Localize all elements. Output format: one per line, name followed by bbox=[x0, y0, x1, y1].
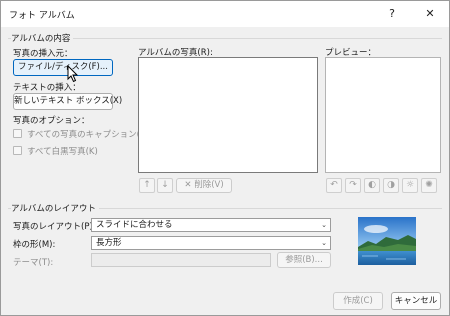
contrast-up-button[interactable]: ◐ bbox=[364, 178, 380, 193]
create-button-label: 作成(C) bbox=[343, 296, 373, 306]
browse-button-label: 参照(B)... bbox=[285, 255, 323, 265]
cancel-button-label: キャンセル bbox=[394, 296, 438, 306]
x-icon: ✕ bbox=[184, 180, 195, 190]
title-bar: フォト アルバム ? ✕ bbox=[1, 1, 449, 27]
move-up-button[interactable]: ↑ bbox=[139, 178, 155, 193]
insert-from-label: 写真の挿入元： bbox=[13, 49, 73, 59]
dialog-title: フォト アルバム bbox=[9, 11, 75, 21]
brightness-up-icon: ☼ bbox=[405, 180, 415, 190]
contrast-down-icon: ◑ bbox=[387, 180, 395, 190]
delete-button[interactable]: ✕ 削除(V) bbox=[176, 178, 232, 193]
file-disk-button[interactable]: ファイル/ディスク(F)... bbox=[13, 59, 113, 76]
file-disk-button-label: ファイル/ディスク(F)... bbox=[18, 62, 108, 72]
contrast-up-icon: ◐ bbox=[368, 180, 376, 190]
rotate-left-button[interactable]: ↶ bbox=[326, 178, 342, 193]
preview-box bbox=[325, 57, 441, 173]
brightness-down-button[interactable]: ✺ bbox=[421, 178, 437, 193]
help-button[interactable]: ? bbox=[373, 1, 411, 27]
album-photos-list[interactable] bbox=[138, 57, 318, 173]
theme-field[interactable] bbox=[91, 253, 271, 267]
new-textbox-button[interactable]: 新しいテキスト ボックス(X) bbox=[13, 93, 122, 110]
arrow-up-icon: ↑ bbox=[143, 180, 151, 190]
frame-shape-label: 枠の形(M): bbox=[13, 240, 56, 250]
picture-layout-select[interactable]: スライドに合わせる ⌄ bbox=[91, 218, 331, 232]
move-down-button[interactable]: ↓ bbox=[157, 178, 173, 193]
photo-album-dialog: フォト アルバム ? ✕ アルバムの内容 写真の挿入元： ファイル/ディスク(F… bbox=[0, 0, 450, 316]
layout-preview-image bbox=[358, 217, 416, 265]
theme-label: テーマ(T): bbox=[13, 258, 54, 268]
photo-options-label: 写真のオプション： bbox=[13, 116, 90, 126]
arrow-down-icon: ↓ bbox=[161, 180, 169, 190]
browse-button[interactable]: 参照(B)... bbox=[277, 252, 331, 268]
rotate-right-button[interactable]: ↷ bbox=[345, 178, 361, 193]
chevron-down-icon: ⌄ bbox=[321, 221, 327, 229]
caption-checkbox[interactable] bbox=[13, 129, 22, 138]
brightness-down-icon: ✺ bbox=[425, 180, 433, 190]
brightness-up-button[interactable]: ☼ bbox=[402, 178, 418, 193]
album-content-group-label: アルバムの内容 bbox=[11, 32, 74, 44]
close-button[interactable]: ✕ bbox=[411, 1, 449, 27]
picture-layout-label: 写真のレイアウト(P): bbox=[13, 222, 96, 232]
close-icon: ✕ bbox=[425, 7, 435, 20]
caption-checkbox-label: すべての写真のキャプション(A) bbox=[27, 130, 150, 140]
picture-layout-value: スライドに合わせる bbox=[96, 220, 173, 230]
rotate-left-icon: ↶ bbox=[330, 180, 338, 190]
rotate-right-icon: ↷ bbox=[349, 180, 357, 190]
frame-shape-value: 長方形 bbox=[96, 238, 122, 248]
delete-button-label: 削除(V) bbox=[194, 180, 224, 190]
new-textbox-button-label: 新しいテキスト ボックス(X) bbox=[14, 96, 123, 106]
frame-shape-select[interactable]: 長方形 ⌄ bbox=[91, 236, 331, 250]
create-button[interactable]: 作成(C) bbox=[333, 292, 383, 310]
insert-text-label: テキストの挿入： bbox=[13, 83, 81, 93]
bw-checkbox-label: すべて白黒写真(K) bbox=[27, 147, 98, 157]
chevron-down-icon: ⌄ bbox=[321, 239, 327, 247]
cancel-button[interactable]: キャンセル bbox=[391, 292, 441, 310]
contrast-down-button[interactable]: ◑ bbox=[383, 178, 399, 193]
album-layout-group-label: アルバムのレイアウト bbox=[11, 202, 99, 214]
bw-checkbox[interactable] bbox=[13, 146, 22, 155]
